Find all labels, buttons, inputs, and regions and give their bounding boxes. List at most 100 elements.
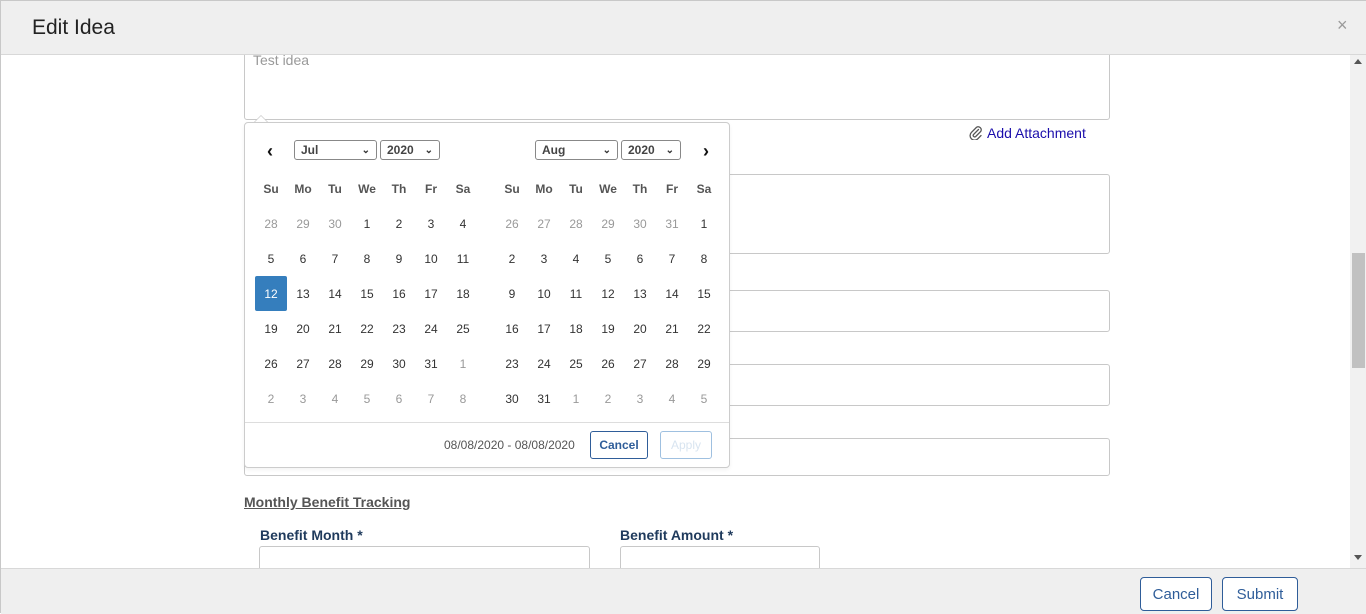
calendar-day[interactable]: 3	[528, 241, 560, 276]
calendar-day[interactable]: 17	[528, 311, 560, 346]
calendar-day[interactable]: 28	[656, 346, 688, 381]
calendar-day[interactable]: 13	[287, 276, 319, 311]
calendar-day[interactable]: 26	[592, 346, 624, 381]
calendar-day[interactable]: 4	[656, 381, 688, 416]
calendar-day[interactable]: 28	[560, 206, 592, 241]
calendar-day[interactable]: 31	[656, 206, 688, 241]
calendar-day[interactable]: 27	[624, 346, 656, 381]
calendar-day[interactable]: 17	[415, 276, 447, 311]
calendar-day[interactable]: 30	[383, 346, 415, 381]
calendar-day[interactable]: 30	[624, 206, 656, 241]
close-icon[interactable]: ×	[1337, 15, 1348, 36]
calendar-day[interactable]: 18	[560, 311, 592, 346]
calendar-day[interactable]: 11	[447, 241, 479, 276]
calendar-day[interactable]: 2	[255, 381, 287, 416]
calendar-day[interactable]: 28	[255, 206, 287, 241]
submit-button[interactable]: Submit	[1222, 577, 1298, 611]
calendar-day[interactable]: 20	[287, 311, 319, 346]
calendar-day[interactable]: 26	[496, 206, 528, 241]
calendar-day[interactable]: 25	[447, 311, 479, 346]
calendar-day[interactable]: 1	[560, 381, 592, 416]
calendar-day[interactable]: 23	[383, 311, 415, 346]
calendar-day[interactable]: 2	[383, 206, 415, 241]
calendar-day[interactable]: 29	[592, 206, 624, 241]
picker-apply-button[interactable]: Apply	[660, 431, 712, 459]
calendar-day[interactable]: 11	[560, 276, 592, 311]
calendar-day[interactable]: 16	[496, 311, 528, 346]
calendar-day[interactable]: 5	[255, 241, 287, 276]
right-year-select[interactable]: 2020 ⌄	[621, 140, 681, 160]
calendar-day[interactable]: 10	[415, 241, 447, 276]
calendar-day[interactable]: 6	[383, 381, 415, 416]
calendar-day[interactable]: 8	[447, 381, 479, 416]
calendar-day[interactable]: 1	[351, 206, 383, 241]
calendar-day[interactable]: 27	[287, 346, 319, 381]
calendar-day[interactable]: 28	[319, 346, 351, 381]
calendar-day[interactable]: 15	[351, 276, 383, 311]
prev-month-icon[interactable]: ‹	[263, 141, 277, 161]
calendar-day[interactable]: 12	[592, 276, 624, 311]
right-month-select[interactable]: Aug ⌄	[535, 140, 618, 160]
calendar-day[interactable]: 20	[624, 311, 656, 346]
calendar-day[interactable]: 22	[351, 311, 383, 346]
calendar-day[interactable]: 2	[592, 381, 624, 416]
calendar-day[interactable]: 26	[255, 346, 287, 381]
left-year-select[interactable]: 2020 ⌄	[380, 140, 440, 160]
picker-cancel-button[interactable]: Cancel	[590, 431, 648, 459]
calendar-day[interactable]: 4	[447, 206, 479, 241]
calendar-day[interactable]: 19	[255, 311, 287, 346]
calendar-day[interactable]: 13	[624, 276, 656, 311]
calendar-day[interactable]: 31	[415, 346, 447, 381]
next-month-icon[interactable]: ›	[699, 141, 713, 161]
calendar-day[interactable]: 7	[415, 381, 447, 416]
calendar-day[interactable]: 29	[287, 206, 319, 241]
calendar-day[interactable]: 29	[688, 346, 720, 381]
calendar-day[interactable]: 9	[383, 241, 415, 276]
scroll-up-arrow-icon[interactable]	[1354, 59, 1362, 64]
add-attachment-link[interactable]: Add Attachment	[969, 125, 1086, 141]
calendar-day[interactable]: 1	[447, 346, 479, 381]
calendar-day[interactable]: 3	[415, 206, 447, 241]
calendar-day[interactable]: 3	[287, 381, 319, 416]
calendar-day[interactable]: 30	[496, 381, 528, 416]
benefit-month-input[interactable]	[259, 546, 590, 568]
calendar-day[interactable]: 15	[688, 276, 720, 311]
calendar-day[interactable]: 30	[319, 206, 351, 241]
calendar-day[interactable]: 21	[656, 311, 688, 346]
calendar-day[interactable]: 31	[528, 381, 560, 416]
calendar-day[interactable]: 6	[287, 241, 319, 276]
description-textarea[interactable]: Test idea	[244, 55, 1110, 120]
calendar-day[interactable]: 27	[528, 206, 560, 241]
calendar-day[interactable]: 9	[496, 276, 528, 311]
calendar-day[interactable]: 22	[688, 311, 720, 346]
calendar-day[interactable]: 24	[415, 311, 447, 346]
calendar-day[interactable]: 8	[351, 241, 383, 276]
calendar-day[interactable]: 4	[560, 241, 592, 276]
calendar-day[interactable]: 1	[688, 206, 720, 241]
calendar-day[interactable]: 29	[351, 346, 383, 381]
calendar-day[interactable]: 18	[447, 276, 479, 311]
calendar-day[interactable]: 5	[688, 381, 720, 416]
calendar-day[interactable]: 19	[592, 311, 624, 346]
calendar-day[interactable]: 4	[319, 381, 351, 416]
benefit-amount-input[interactable]	[620, 546, 820, 568]
calendar-day[interactable]: 8	[688, 241, 720, 276]
calendar-day[interactable]: 6	[624, 241, 656, 276]
calendar-day[interactable]: 25	[560, 346, 592, 381]
left-month-select[interactable]: Jul ⌄	[294, 140, 377, 160]
calendar-day[interactable]: 7	[656, 241, 688, 276]
calendar-day[interactable]: 23	[496, 346, 528, 381]
calendar-day[interactable]: 24	[528, 346, 560, 381]
calendar-day[interactable]: 21	[319, 311, 351, 346]
calendar-day[interactable]: 14	[656, 276, 688, 311]
calendar-day[interactable]: 16	[383, 276, 415, 311]
calendar-day[interactable]: 5	[351, 381, 383, 416]
calendar-day[interactable]: 5	[592, 241, 624, 276]
scroll-down-arrow-icon[interactable]	[1354, 555, 1362, 560]
scroll-thumb[interactable]	[1352, 253, 1365, 368]
calendar-day[interactable]: 3	[624, 381, 656, 416]
cancel-button[interactable]: Cancel	[1140, 577, 1212, 611]
calendar-day[interactable]: 7	[319, 241, 351, 276]
vertical-scrollbar[interactable]	[1350, 55, 1366, 568]
calendar-day[interactable]: 10	[528, 276, 560, 311]
